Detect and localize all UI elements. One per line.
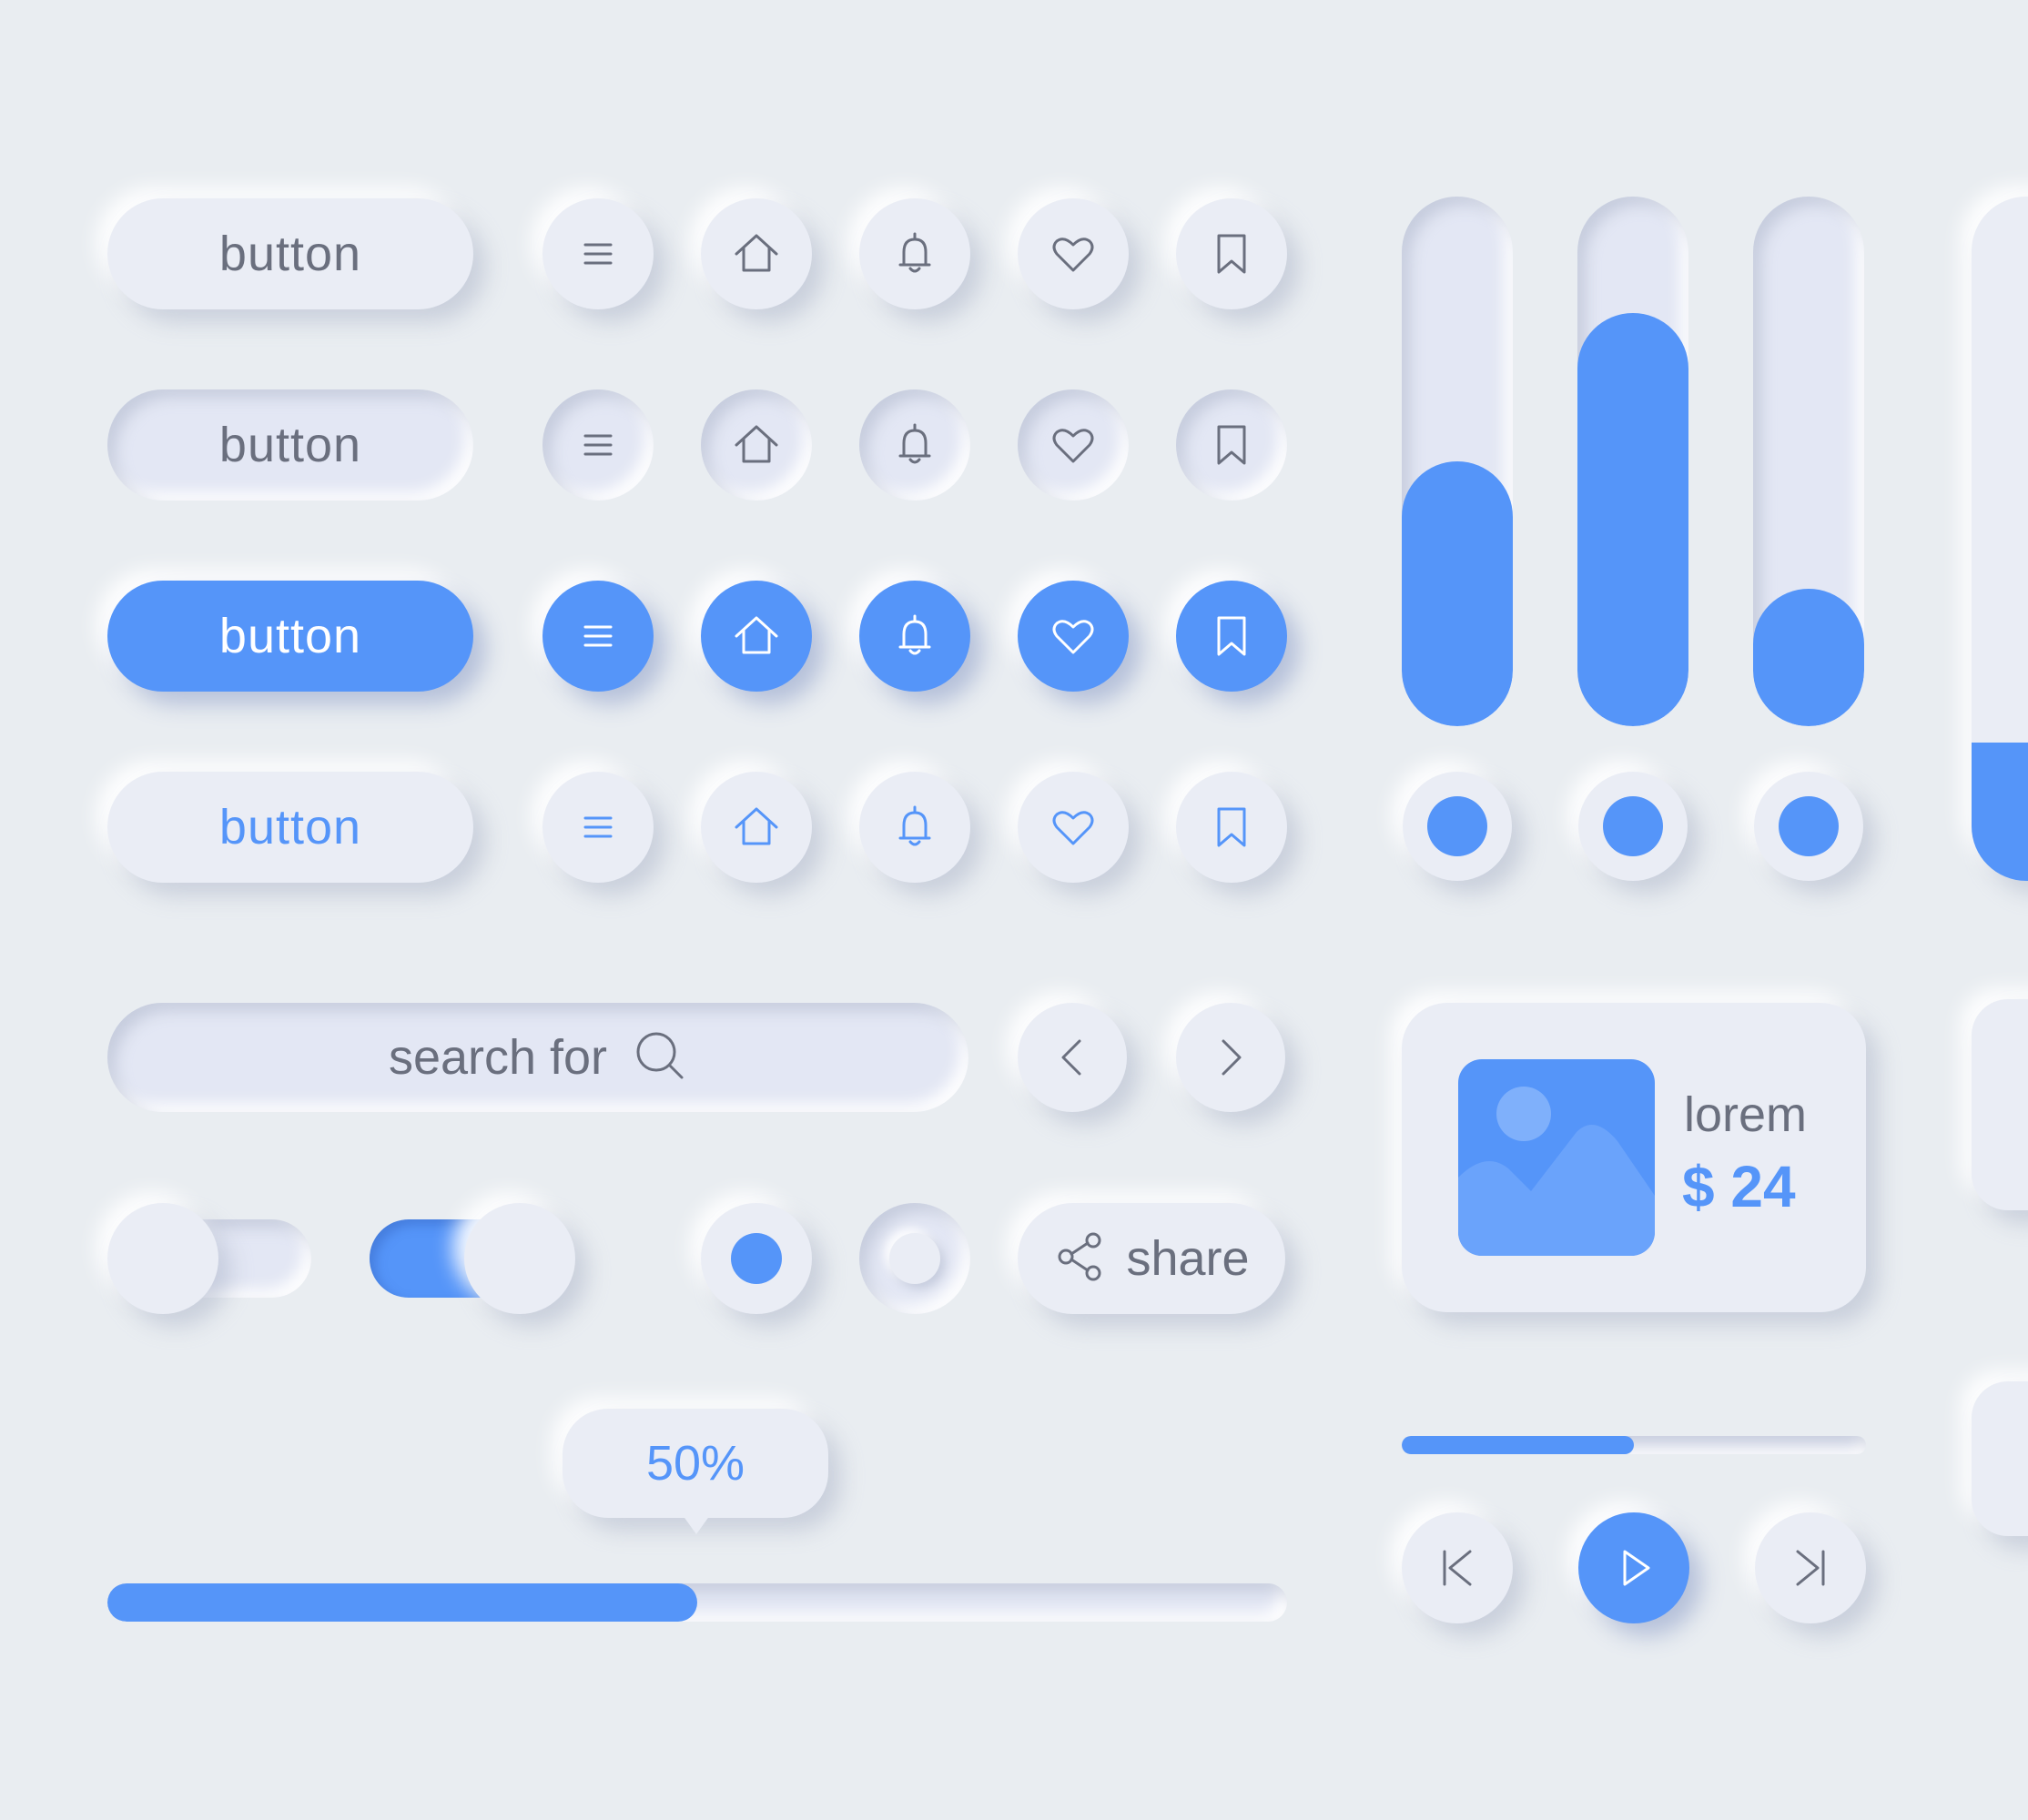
radio-dot	[1779, 796, 1839, 856]
bookmark-icon	[1217, 425, 1246, 465]
home-icon	[735, 234, 778, 272]
vertical-slider-3[interactable]	[1753, 197, 1864, 726]
radio-knob	[889, 1233, 940, 1284]
side-card-accent	[1972, 743, 2028, 881]
bookmark-icon	[1217, 234, 1246, 274]
search-icon	[633, 1028, 687, 1087]
skip-forward-icon	[1796, 1550, 1825, 1586]
next-button[interactable]	[1176, 1003, 1285, 1112]
menu-button[interactable]	[542, 389, 654, 500]
bell-icon	[898, 232, 931, 273]
vertical-slider-fill	[1753, 588, 1864, 726]
bookmark-icon	[1217, 807, 1246, 847]
side-bubble-1	[1972, 999, 2028, 1210]
menu-icon	[583, 625, 613, 647]
progress-fill	[107, 1583, 697, 1622]
button-raised[interactable]: button	[107, 198, 473, 309]
skip-forward-button[interactable]	[1755, 1512, 1866, 1623]
radio-button[interactable]	[1754, 772, 1863, 881]
home-icon	[735, 616, 778, 654]
chevron-left-icon	[1061, 1039, 1081, 1076]
button-pressed[interactable]: button	[107, 389, 473, 500]
heart-icon	[1052, 238, 1094, 272]
button-accent[interactable]: button	[107, 772, 473, 883]
skip-back-button[interactable]	[1402, 1512, 1513, 1623]
skip-back-icon	[1443, 1550, 1472, 1586]
button-label: button	[218, 418, 362, 472]
radio-selected[interactable]	[701, 1203, 812, 1314]
bell-button[interactable]	[859, 198, 970, 309]
bell-icon	[898, 423, 931, 464]
product-card[interactable]: lorem $ 24	[1402, 1003, 1866, 1312]
bookmark-button[interactable]	[1176, 581, 1287, 692]
radio-button[interactable]	[1403, 772, 1512, 881]
search-placeholder: search for	[388, 1030, 608, 1085]
menu-button[interactable]	[542, 198, 654, 309]
bookmark-button[interactable]	[1176, 772, 1287, 883]
bell-button[interactable]	[859, 772, 970, 883]
radio-dot	[1427, 796, 1487, 856]
home-icon	[735, 425, 778, 463]
prev-button[interactable]	[1018, 1003, 1127, 1112]
radio-dot	[1603, 796, 1663, 856]
image-placeholder-icon	[1458, 1059, 1655, 1256]
progress-label: 50%	[645, 1436, 745, 1491]
menu-icon	[583, 434, 613, 456]
menu-button[interactable]	[542, 772, 654, 883]
button-label: button	[218, 800, 362, 854]
bell-icon	[898, 805, 931, 846]
heart-button[interactable]	[1018, 581, 1129, 692]
radio-dot	[731, 1233, 782, 1284]
side-card	[1972, 197, 2028, 881]
radio-unselected[interactable]	[859, 1203, 970, 1314]
heart-icon	[1052, 811, 1094, 845]
home-button[interactable]	[701, 389, 812, 500]
home-icon	[735, 807, 778, 845]
button-label: button	[218, 609, 362, 663]
vertical-slider-fill	[1402, 461, 1513, 726]
media-progress-fill	[1402, 1436, 1634, 1454]
heart-icon	[1052, 429, 1094, 463]
heart-button[interactable]	[1018, 198, 1129, 309]
menu-icon	[583, 816, 613, 838]
heart-icon	[1052, 620, 1094, 654]
share-label: share	[1126, 1231, 1250, 1286]
bookmark-icon	[1217, 616, 1246, 656]
side-bubble-2	[1972, 1381, 2028, 1536]
radio-button[interactable]	[1578, 772, 1688, 881]
product-price: $ 24	[1682, 1154, 1796, 1219]
vertical-slider-fill	[1577, 313, 1688, 726]
bell-button[interactable]	[859, 581, 970, 692]
toggle-off-knob[interactable]	[107, 1203, 218, 1314]
menu-icon	[583, 243, 613, 265]
button-active[interactable]: button	[107, 581, 473, 692]
product-name: lorem	[1684, 1087, 1808, 1142]
vertical-slider-1[interactable]	[1402, 197, 1513, 726]
progress-slider[interactable]	[107, 1583, 1287, 1622]
search-input[interactable]: search for	[107, 1003, 968, 1112]
home-button[interactable]	[701, 581, 812, 692]
bookmark-button[interactable]	[1176, 389, 1287, 500]
play-icon	[1623, 1550, 1650, 1586]
play-button[interactable]	[1578, 1512, 1689, 1623]
share-button[interactable]: share	[1018, 1203, 1285, 1314]
home-button[interactable]	[701, 198, 812, 309]
vertical-slider-2[interactable]	[1577, 197, 1688, 726]
bell-icon	[898, 614, 931, 655]
media-progress[interactable]	[1402, 1436, 1866, 1454]
tooltip-pointer	[678, 1509, 715, 1534]
home-button[interactable]	[701, 772, 812, 883]
toggle-on-knob[interactable]	[464, 1203, 575, 1314]
bookmark-button[interactable]	[1176, 198, 1287, 309]
progress-tooltip: 50%	[563, 1409, 828, 1518]
share-icon	[1053, 1229, 1108, 1289]
bell-button[interactable]	[859, 389, 970, 500]
menu-button[interactable]	[542, 581, 654, 692]
chevron-right-icon	[1222, 1039, 1242, 1076]
heart-button[interactable]	[1018, 772, 1129, 883]
button-label: button	[218, 227, 362, 281]
heart-button[interactable]	[1018, 389, 1129, 500]
